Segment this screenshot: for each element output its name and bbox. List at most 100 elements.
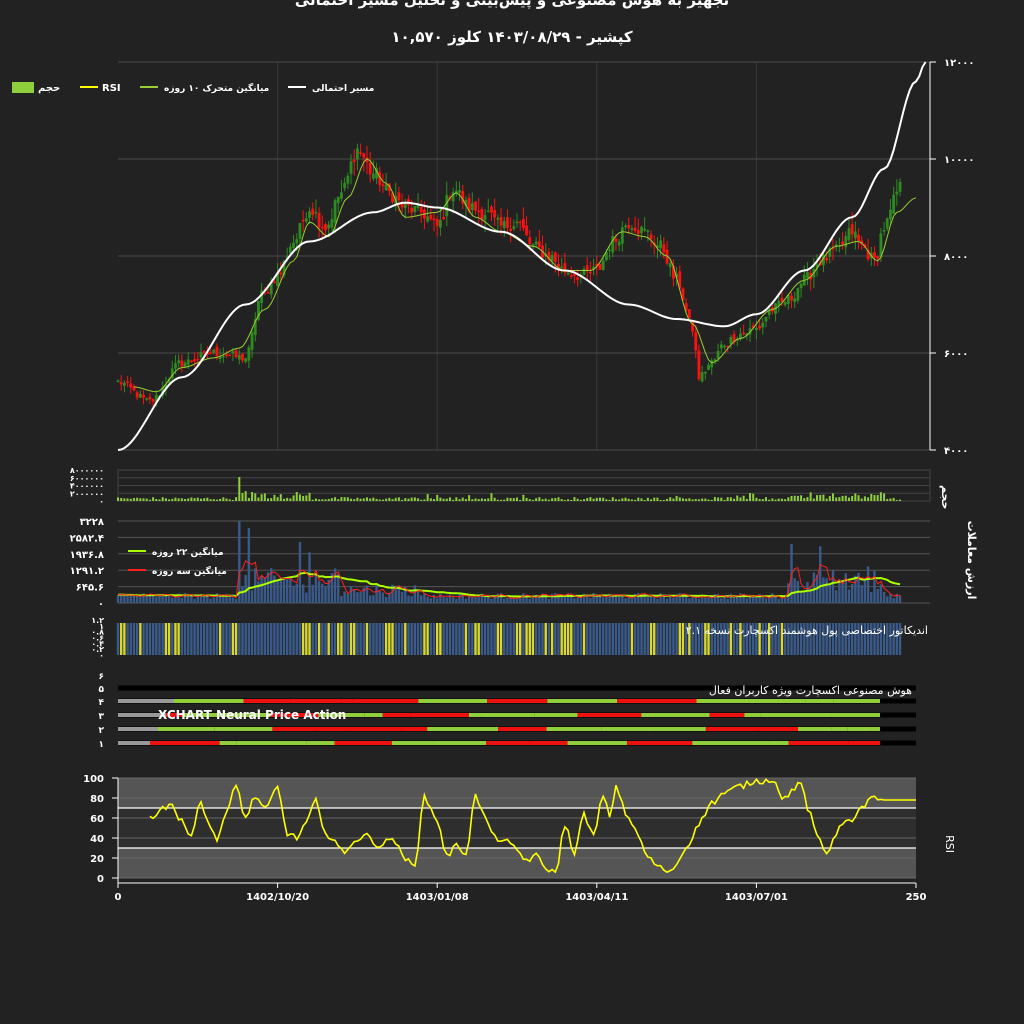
candle-body bbox=[129, 383, 133, 388]
indicator-bar bbox=[129, 623, 132, 655]
volume-bar bbox=[736, 495, 739, 501]
value-bar bbox=[898, 595, 902, 603]
indicator-bar bbox=[321, 623, 324, 655]
candle-body bbox=[231, 351, 235, 354]
volume-bar bbox=[857, 495, 860, 501]
volume-bar bbox=[854, 493, 857, 501]
volume-bar bbox=[372, 497, 375, 501]
volume-bar bbox=[512, 498, 515, 501]
candle-body bbox=[493, 210, 497, 218]
volume-bar bbox=[273, 494, 276, 501]
x-tick-label: 0 bbox=[115, 892, 122, 903]
volume-bar bbox=[206, 497, 209, 501]
candle-body bbox=[703, 372, 707, 374]
value-ytick-label: ۱۲۹۱.۲ bbox=[70, 566, 104, 577]
candle-body bbox=[521, 218, 525, 228]
value-bar bbox=[803, 592, 806, 603]
volume-ytick-label: ۸۰۰۰۰۰۰ bbox=[70, 466, 104, 475]
volume-bar bbox=[707, 499, 710, 501]
indicator-bar bbox=[665, 623, 669, 655]
indicator-bar bbox=[298, 623, 302, 655]
volume-bar bbox=[203, 498, 206, 501]
indicator-bar bbox=[506, 623, 509, 655]
indicator-bar bbox=[646, 623, 650, 655]
candle-body bbox=[499, 216, 503, 226]
volume-bar bbox=[461, 497, 464, 501]
volume-bar bbox=[487, 498, 490, 501]
volume-bar bbox=[710, 499, 713, 501]
volume-bar bbox=[142, 498, 145, 501]
value-bar bbox=[882, 591, 886, 603]
indicator-bar bbox=[595, 623, 598, 655]
indicator-bar bbox=[301, 623, 305, 655]
volume-bar bbox=[228, 499, 231, 501]
candle-body bbox=[624, 225, 627, 228]
candle-body bbox=[483, 215, 487, 220]
indicator-bar bbox=[538, 623, 541, 655]
volume-bar bbox=[129, 498, 132, 501]
value-bar bbox=[860, 585, 863, 603]
volume-bar bbox=[567, 499, 570, 501]
candle-body bbox=[279, 272, 283, 275]
indicator-bar bbox=[171, 623, 174, 655]
value-bar bbox=[726, 598, 729, 603]
candle-body bbox=[806, 272, 809, 279]
value-bar bbox=[589, 597, 592, 603]
candle-body bbox=[502, 221, 506, 229]
volume-bar bbox=[777, 498, 780, 501]
value-bar bbox=[324, 586, 327, 603]
value-ytick-label: ۳۲۲۸ bbox=[80, 517, 104, 528]
rsi-ytick-label: 20 bbox=[90, 854, 104, 865]
candle-body bbox=[601, 260, 605, 271]
indicator-bar bbox=[225, 623, 228, 655]
value-bar bbox=[729, 593, 733, 603]
candle-body bbox=[486, 210, 490, 213]
volume-bar bbox=[726, 497, 729, 501]
candle-body bbox=[608, 249, 611, 252]
volume-bar bbox=[720, 497, 723, 501]
indicator-bar bbox=[397, 623, 401, 655]
indicator-bar bbox=[327, 623, 330, 655]
indicator-bar bbox=[228, 623, 231, 655]
volume-bar bbox=[764, 497, 767, 501]
volume-bar bbox=[809, 492, 812, 501]
volume-bar bbox=[391, 499, 394, 501]
candle-body bbox=[241, 353, 244, 361]
volume-bar bbox=[863, 496, 866, 501]
candle-body bbox=[509, 228, 513, 232]
volume-bar bbox=[605, 499, 608, 501]
value-bar bbox=[627, 597, 630, 603]
indicator-bar bbox=[477, 623, 480, 655]
value-bar bbox=[155, 597, 158, 603]
volume-bar bbox=[867, 497, 870, 501]
value-bar bbox=[343, 591, 346, 603]
value-bar bbox=[266, 572, 270, 603]
volume-bar bbox=[171, 498, 174, 501]
ai-watermark: XCHART Neural Price Action bbox=[158, 708, 346, 722]
volume-bar bbox=[439, 497, 442, 501]
volume-bar bbox=[723, 499, 726, 501]
volume-bar bbox=[381, 499, 384, 501]
indicator-bar bbox=[528, 623, 531, 655]
value-bar bbox=[835, 590, 838, 603]
volume-bar bbox=[681, 498, 684, 501]
volume-bar bbox=[640, 498, 643, 501]
indicator-bar bbox=[285, 623, 289, 655]
indicator-bar bbox=[464, 623, 468, 655]
indicator-bar bbox=[199, 623, 203, 655]
volume-bar bbox=[356, 497, 359, 501]
candle-body bbox=[196, 358, 200, 361]
value-bar bbox=[825, 578, 828, 603]
candle-body bbox=[796, 288, 800, 301]
candle-body bbox=[528, 237, 532, 244]
value-bar bbox=[442, 597, 445, 603]
value-bar bbox=[656, 598, 659, 603]
value-bar bbox=[850, 583, 854, 603]
candle-body bbox=[844, 236, 848, 248]
candle-body bbox=[512, 226, 516, 230]
volume-bar bbox=[132, 498, 135, 501]
indicator-bar bbox=[368, 623, 372, 655]
candle-body bbox=[311, 208, 315, 216]
candle-body bbox=[250, 332, 254, 350]
volume-bar bbox=[547, 499, 550, 501]
